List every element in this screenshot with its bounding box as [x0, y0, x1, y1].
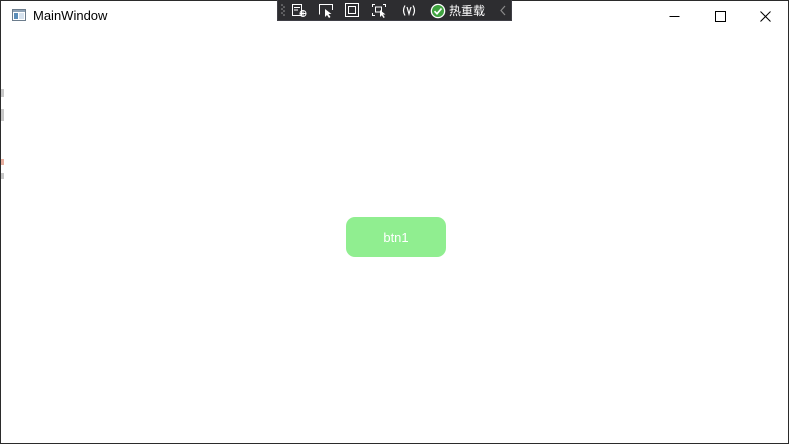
minimize-icon — [669, 15, 679, 17]
background-artifact — [1, 109, 4, 121]
display-layout-adorners-button[interactable] — [343, 2, 361, 19]
display-layout-adorners-icon — [345, 3, 359, 17]
select-element-button[interactable] — [317, 2, 335, 19]
check-circle-icon — [430, 3, 446, 18]
collapse-toolbar-button[interactable] — [497, 2, 509, 19]
close-button[interactable] — [742, 1, 788, 31]
app-window-icon — [12, 9, 26, 21]
window-title: MainWindow — [33, 8, 108, 23]
track-focused-element-button[interactable] — [370, 2, 388, 19]
hot-reload-button[interactable]: 热重载 — [430, 2, 485, 19]
background-artifact — [1, 89, 4, 97]
track-focused-element-icon — [372, 4, 386, 18]
drag-grip-icon[interactable] — [281, 4, 285, 17]
chevron-left-icon — [500, 5, 506, 16]
binding-failures-icon — [402, 5, 416, 17]
window-content: btn1 — [2, 31, 788, 443]
background-artifact — [1, 173, 4, 179]
close-icon — [759, 10, 771, 22]
hot-reload-label: 热重载 — [449, 3, 486, 18]
main-window: MainWindow btn1 — [0, 0, 789, 444]
maximize-icon — [714, 10, 726, 22]
select-element-icon — [319, 4, 333, 18]
btn1-button[interactable]: btn1 — [346, 217, 446, 257]
xaml-debug-toolbar: 热重载 — [277, 0, 512, 21]
background-artifact — [1, 159, 4, 165]
minimize-button[interactable] — [651, 1, 697, 31]
maximize-button[interactable] — [697, 1, 743, 31]
binding-failures-button[interactable] — [400, 2, 418, 19]
live-visual-tree-icon — [292, 4, 307, 17]
live-visual-tree-button[interactable] — [290, 2, 308, 19]
